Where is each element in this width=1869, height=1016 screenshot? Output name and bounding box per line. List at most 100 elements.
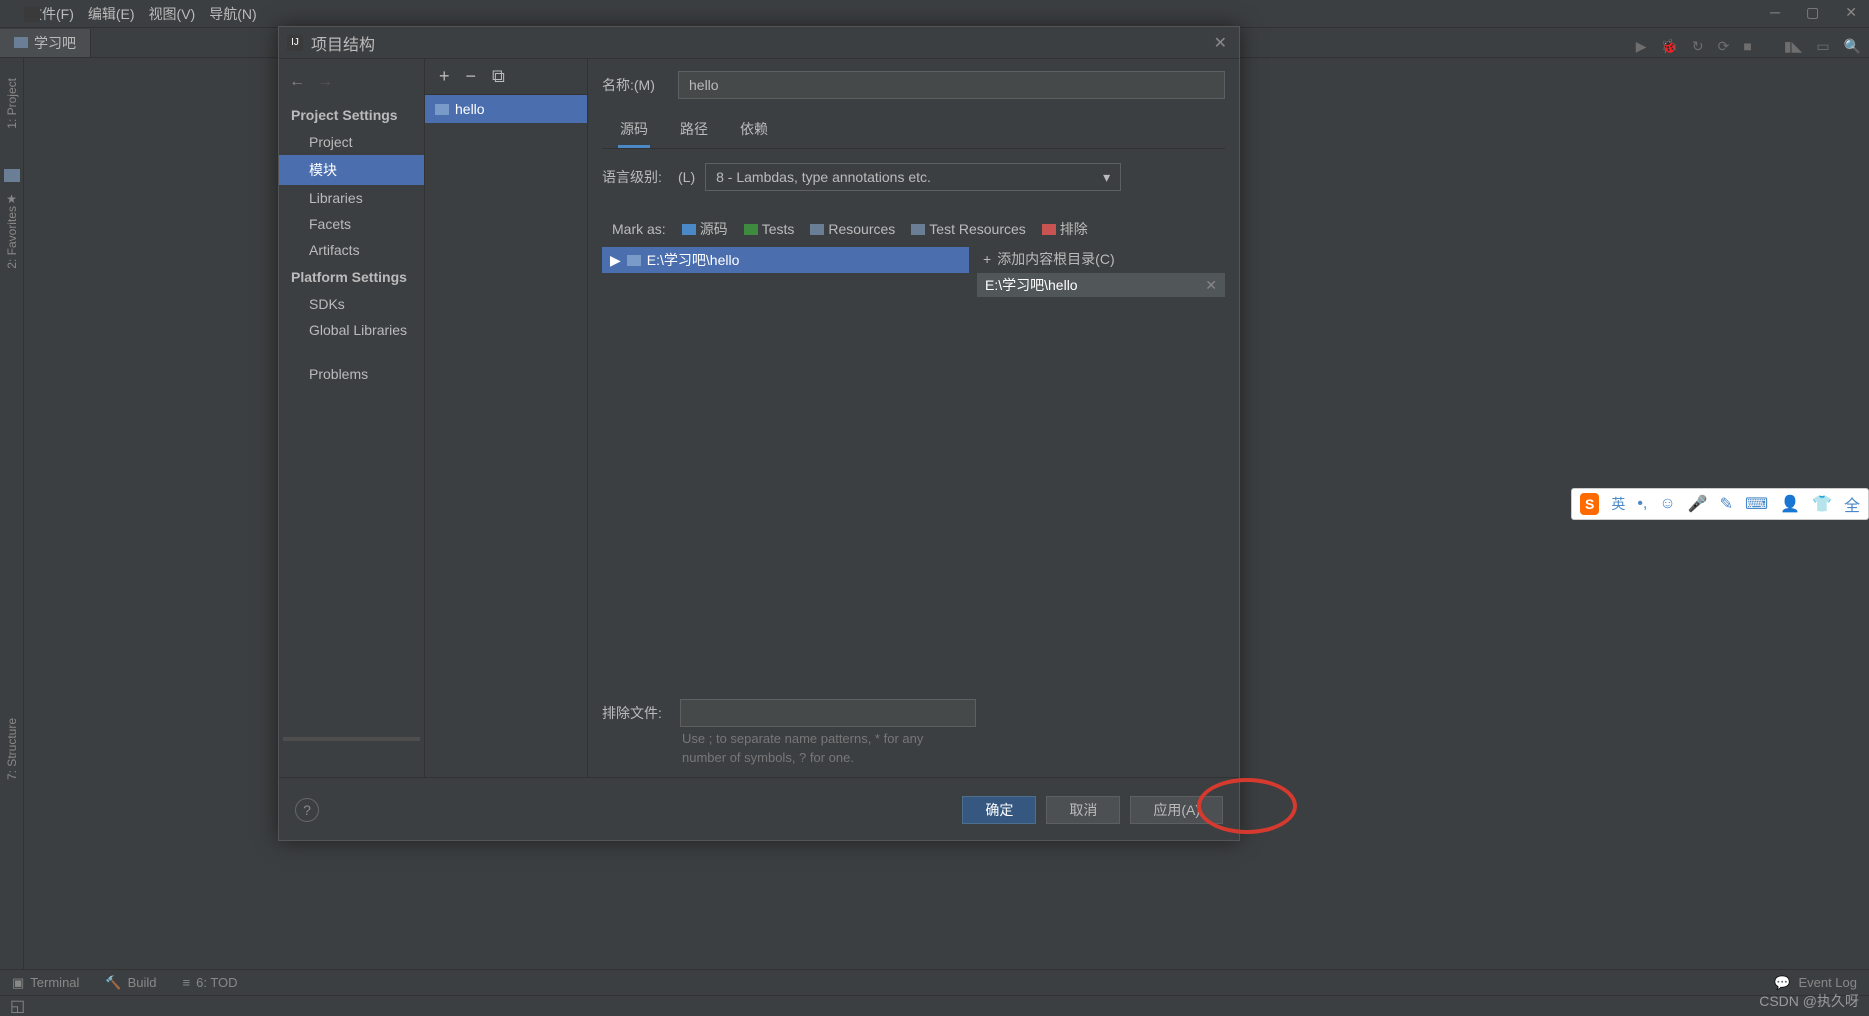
box-icon[interactable]: ▭: [1816, 38, 1829, 55]
remove-root-icon[interactable]: ✕: [1205, 277, 1217, 294]
project-structure-dialog: IJ 项目结构 ✕ ← → Project Settings Project 模…: [278, 26, 1240, 841]
ime-all-icon[interactable]: 全: [1844, 492, 1860, 516]
search-icon[interactable]: 🔍: [1844, 38, 1861, 55]
window-controls: ─ ▢ ✕: [1770, 4, 1857, 21]
nav-problems[interactable]: Problems: [279, 361, 424, 387]
apply-button[interactable]: 应用(A): [1130, 796, 1223, 824]
ime-emoji-icon[interactable]: ☺: [1659, 495, 1675, 513]
tool-structure[interactable]: 7: Structure: [5, 718, 19, 780]
nav-modules[interactable]: 模块: [279, 155, 424, 185]
nav-artifacts[interactable]: Artifacts: [279, 237, 424, 263]
stop-icon[interactable]: ■: [1743, 38, 1751, 55]
maximize-icon[interactable]: ▢: [1806, 4, 1819, 21]
run-icon[interactable]: ▶: [1636, 38, 1647, 55]
breadcrumb-item[interactable]: 学习吧: [0, 29, 91, 57]
ime-toolbar[interactable]: S 英 •, ☺ 🎤 ✎ ⌨ 👤 👕 全: [1571, 488, 1869, 520]
lang-level-label: 语言级别:: [602, 167, 668, 187]
ok-button[interactable]: 确定: [962, 796, 1036, 824]
dialog-footer: ? 确定 取消 应用(A): [279, 777, 1239, 841]
bookmark-icon[interactable]: ▮◣: [1784, 38, 1802, 55]
tool-todo[interactable]: ≡6: TOD: [183, 975, 238, 990]
tab-dependencies[interactable]: 依赖: [738, 113, 770, 148]
language-level-select[interactable]: 8 - Lambdas, type annotations etc. ▾: [705, 163, 1121, 191]
watermark: CSDN @执久呀: [1759, 991, 1859, 1011]
plus-icon: +: [983, 251, 991, 267]
tool-favorites[interactable]: 2: Favorites: [5, 206, 19, 269]
profile-icon[interactable]: ⟳: [1718, 38, 1730, 55]
module-name-input[interactable]: [678, 71, 1225, 99]
ime-lang[interactable]: 英: [1611, 494, 1625, 514]
intellij-icon: IJ: [287, 35, 303, 51]
ime-edit-icon[interactable]: ✎: [1720, 494, 1733, 514]
add-content-root[interactable]: + 添加内容根目录(C): [977, 247, 1225, 271]
module-folder-icon: [435, 104, 449, 115]
ime-shirt-icon[interactable]: 👕: [1812, 494, 1832, 514]
ime-keyboard-icon[interactable]: ⌨: [1745, 494, 1768, 514]
dialog-close-icon[interactable]: ✕: [1214, 33, 1227, 53]
minimize-icon[interactable]: ─: [1770, 4, 1780, 21]
menu-nav[interactable]: 导航(N): [209, 4, 256, 24]
module-tabs: 源码 路径 依赖: [602, 113, 1225, 149]
folder-icon[interactable]: [4, 169, 20, 182]
app-icon: [24, 6, 40, 22]
exclude-label: 排除文件:: [602, 703, 668, 723]
tool-build[interactable]: 🔨Build: [105, 975, 156, 991]
module-label: hello: [455, 101, 485, 117]
dialog-title: 项目结构: [311, 31, 375, 55]
nav-project[interactable]: Project: [279, 129, 424, 155]
event-log[interactable]: Event Log: [1798, 975, 1857, 990]
terminal-icon: ▣: [12, 975, 24, 991]
sources-folder-icon: [682, 224, 696, 235]
add-module-icon[interactable]: +: [439, 66, 450, 87]
module-item-hello[interactable]: hello: [425, 95, 587, 123]
ime-punct-icon[interactable]: •,: [1637, 495, 1647, 513]
copy-module-icon[interactable]: ⧉: [492, 66, 505, 87]
forward-icon[interactable]: →: [317, 73, 333, 91]
nav-libraries[interactable]: Libraries: [279, 185, 424, 211]
tab-sources[interactable]: 源码: [618, 113, 650, 148]
nav-facets[interactable]: Facets: [279, 211, 424, 237]
exclude-hint-2: number of symbols, ? for one.: [602, 750, 1225, 765]
tree-root-path: E:\学习吧\hello: [647, 250, 740, 270]
close-icon[interactable]: ✕: [1845, 4, 1857, 21]
back-icon[interactable]: ←: [289, 73, 305, 91]
mark-as-bar: Mark as: 源码 Tests Resources Test Resourc…: [602, 219, 1225, 239]
settings-nav: ← → Project Settings Project 模块 Librarie…: [279, 59, 425, 777]
main-menubar: 文件(F) 编辑(E) 视图(V) 导航(N): [0, 0, 1869, 28]
content-root-item[interactable]: E:\学习吧\hello ✕: [977, 273, 1225, 297]
breadcrumb-label: 学习吧: [34, 33, 76, 53]
ime-user-icon[interactable]: 👤: [1780, 494, 1800, 514]
mark-as-label: Mark as:: [612, 221, 666, 237]
exclude-patterns-input[interactable]: [680, 699, 976, 727]
coverage-icon[interactable]: ↻: [1692, 38, 1704, 55]
tests-folder-icon: [744, 224, 758, 235]
hammer-icon: 🔨: [105, 975, 121, 991]
list-icon: ≡: [183, 975, 191, 990]
chevron-down-icon: ▾: [1103, 169, 1110, 186]
mark-tests[interactable]: Tests: [744, 221, 795, 237]
menu-edit[interactable]: 编辑(E): [88, 4, 135, 24]
run-toolbar: ▶ 🐞 ↻ ⟳ ■ ▮◣ ▭ 🔍: [1636, 38, 1861, 55]
mark-test-resources[interactable]: Test Resources: [911, 221, 1025, 237]
nav-sdks[interactable]: SDKs: [279, 291, 424, 317]
menu-view[interactable]: 视图(V): [149, 4, 196, 24]
tab-paths[interactable]: 路径: [678, 113, 710, 148]
module-toolbar: + − ⧉: [425, 59, 587, 95]
nav-global-libs[interactable]: Global Libraries: [279, 317, 424, 343]
content-root-path: E:\学习吧\hello: [985, 275, 1078, 295]
ime-mic-icon[interactable]: 🎤: [1688, 494, 1708, 514]
test-resources-folder-icon: [911, 224, 925, 235]
tool-terminal[interactable]: ▣Terminal: [12, 975, 79, 991]
cancel-button[interactable]: 取消: [1046, 796, 1120, 824]
scrollbar[interactable]: [283, 737, 420, 741]
help-icon[interactable]: ?: [295, 798, 319, 822]
tool-project[interactable]: 1: Project: [5, 78, 19, 129]
tree-root[interactable]: ▶ E:\学习吧\hello: [602, 247, 969, 273]
debug-icon[interactable]: 🐞: [1660, 38, 1677, 55]
remove-module-icon[interactable]: −: [466, 66, 477, 87]
bottom-corner-icon[interactable]: ◱: [10, 996, 25, 1016]
expand-icon[interactable]: ▶: [610, 252, 621, 269]
mark-sources[interactable]: 源码: [682, 219, 728, 239]
mark-resources[interactable]: Resources: [810, 221, 895, 237]
mark-excluded[interactable]: 排除: [1042, 219, 1088, 239]
